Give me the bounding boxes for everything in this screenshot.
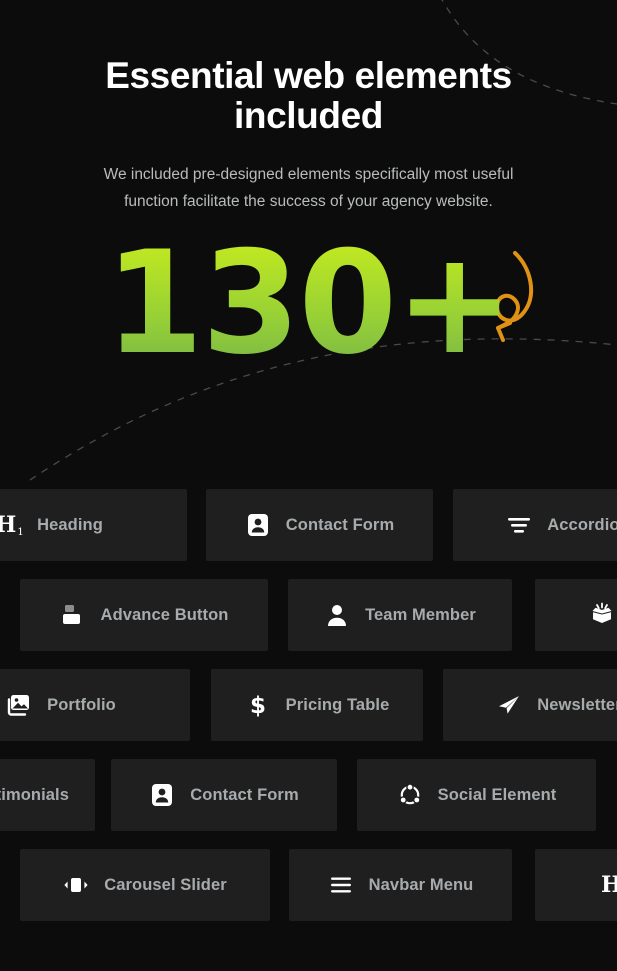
element-badge-grid: H1 Heading Contact Form Accordio Advance… [0, 489, 617, 939]
badge-label: Heading [37, 515, 103, 534]
h1-icon: H1 [601, 872, 617, 898]
counter-section: 130+ [0, 233, 617, 375]
badge-label: Navbar Menu [368, 875, 474, 894]
element-badge-pricing-table[interactable]: $ Pricing Table [211, 669, 423, 741]
element-badge-icon-box[interactable]: Icon Box [535, 579, 617, 651]
hamburger-icon [328, 872, 354, 898]
contact-card-icon [245, 512, 271, 538]
element-badge-newsletter[interactable]: Newsletter [443, 669, 617, 741]
element-count-value: 130+ [104, 221, 514, 387]
badge-label: Accordion [547, 515, 617, 534]
badge-label: Team Member [365, 605, 476, 624]
badge-row: Portfolio $ Pricing Table Newsletter [0, 669, 617, 759]
contact-card-icon [149, 782, 175, 808]
badge-row: H1 Heading Contact Form Accordio [0, 489, 617, 579]
element-badge-social-element[interactable]: Social Element [357, 759, 596, 831]
person-icon [324, 602, 350, 628]
badge-label: Contact Form [285, 515, 395, 534]
badge-label: Newsletter [537, 695, 617, 714]
open-box-icon [589, 602, 615, 628]
paper-plane-icon [496, 692, 522, 718]
accordion-lines-icon [506, 512, 532, 538]
element-badge-carousel-slider[interactable]: Carousel Slider [20, 849, 270, 921]
element-badge-team-member[interactable]: Team Member [288, 579, 512, 651]
element-badge-testimonials[interactable]: Testimonials [0, 759, 95, 831]
image-stack-icon [6, 692, 32, 718]
svg-text:$: $ [250, 693, 266, 718]
badge-row: Carousel Slider Navbar Menu H1 Heading [0, 849, 617, 939]
badge-label: Advance Button [100, 605, 229, 624]
dollar-icon: $ [245, 692, 271, 718]
hero-section: Essential web elements included We inclu… [0, 0, 617, 215]
element-badge-heading[interactable]: H1 Heading [0, 489, 187, 561]
page-root: Essential web elements included We inclu… [0, 0, 617, 971]
badge-row: Testimonials Contact Form [0, 759, 617, 849]
badge-label: Contact Form [190, 785, 299, 804]
badge-label: Social Element [437, 785, 557, 804]
element-badge-portfolio[interactable]: Portfolio [0, 669, 190, 741]
h1-icon: H1 [0, 512, 24, 538]
badge-label: Pricing Table [285, 695, 390, 714]
share-network-icon [397, 782, 423, 808]
badge-label: Portfolio [47, 695, 116, 714]
badge-label: Carousel Slider [104, 875, 227, 894]
element-badge-contact-form[interactable]: Contact Form [206, 489, 433, 561]
badge-row: Advance Button Team Member [0, 579, 617, 669]
button-icon [60, 602, 86, 628]
element-badge-navbar-menu[interactable]: Navbar Menu [289, 849, 512, 921]
element-badge-accordion[interactable]: Accordion [453, 489, 617, 561]
element-badge-contact-form-2[interactable]: Contact Form [111, 759, 337, 831]
page-title: Essential web elements included [105, 55, 512, 136]
page-subtitle: We included pre-designed elements specif… [103, 165, 514, 210]
carousel-icon [63, 872, 89, 898]
badge-label: Testimonials [0, 785, 69, 804]
element-badge-heading-2[interactable]: H1 Heading [535, 849, 617, 921]
element-badge-advance-button[interactable]: Advance Button [20, 579, 268, 651]
